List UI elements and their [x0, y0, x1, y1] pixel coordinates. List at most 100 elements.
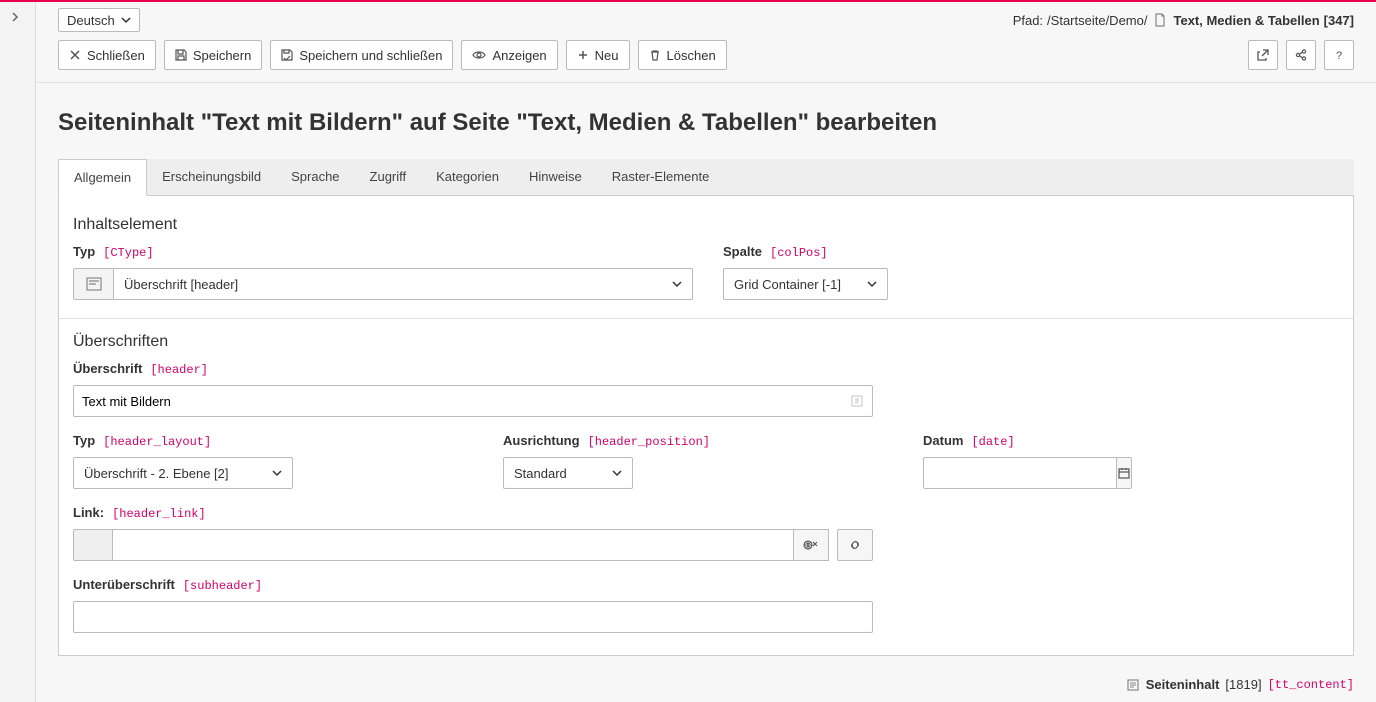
- subheader-input-wrap: [73, 601, 873, 633]
- view-button-label: Anzeigen: [492, 48, 546, 63]
- save-close-button[interactable]: Speichern und schließen: [270, 40, 453, 70]
- content-record-icon: [1126, 678, 1140, 692]
- header-input-wrap: [73, 385, 873, 417]
- field-key-header-layout: [header_layout]: [103, 435, 211, 449]
- breadcrumb-page-title: Text, Medien & Tabellen: [1173, 13, 1319, 28]
- svg-text:?: ?: [1336, 50, 1342, 62]
- field-label-subheader: Unterüberschrift: [73, 577, 175, 592]
- breadcrumb-prefix: Pfad:: [1013, 13, 1043, 28]
- subheader-input[interactable]: [82, 602, 864, 632]
- save-button-label: Speichern: [193, 48, 252, 63]
- colpos-select[interactable]: Grid Container [-1]: [723, 268, 888, 300]
- language-select-value: Deutsch: [67, 13, 115, 28]
- view-button[interactable]: Anzeigen: [461, 40, 557, 70]
- record-footer: Seiteninhalt [1819] [tt_content]: [36, 667, 1376, 702]
- save-close-icon: [281, 49, 293, 61]
- link-wizard-button[interactable]: [837, 529, 873, 561]
- field-label-header-layout: Typ: [73, 433, 95, 448]
- field-label-header: Überschrift: [73, 361, 142, 376]
- colpos-select-value: Grid Container [-1]: [734, 277, 841, 292]
- link-icon: [848, 538, 862, 552]
- tab-grid[interactable]: Raster-Elemente: [597, 159, 725, 195]
- tab-bar: Allgemein Erscheinungsbild Sprache Zugri…: [58, 159, 1354, 196]
- close-icon: [69, 49, 81, 61]
- field-key-colpos: [colPos]: [770, 246, 828, 260]
- breadcrumb: Pfad: /Startseite/Demo/ Text, Medien & T…: [1013, 13, 1354, 28]
- tab-language[interactable]: Sprache: [276, 159, 354, 195]
- header-input[interactable]: [82, 386, 850, 416]
- chevron-right-icon[interactable]: [10, 12, 26, 28]
- field-label-header-position: Ausrichtung: [503, 433, 580, 448]
- tab-general[interactable]: Allgemein: [58, 159, 147, 196]
- footer-label: Seiteninhalt: [1146, 677, 1220, 692]
- ctype-select[interactable]: Überschrift [header]: [113, 268, 693, 300]
- top-bar: Deutsch Pfad: /Startseite/Demo/ Text, Me…: [36, 2, 1376, 36]
- footer-uid: [1819]: [1225, 677, 1261, 692]
- field-label-type: Typ: [73, 244, 95, 259]
- chevron-down-icon: [121, 15, 131, 25]
- page-title: Seiteninhalt "Text mit Bildern" auf Seit…: [58, 109, 1354, 137]
- header-layout-select[interactable]: Überschrift - 2. Ebene [2]: [73, 457, 293, 489]
- chevron-down-icon: [672, 279, 682, 289]
- new-button-label: Neu: [595, 48, 619, 63]
- section-content-element: Inhaltselement: [73, 216, 1339, 234]
- field-key-subheader: [subheader]: [183, 579, 262, 593]
- link-globe-button[interactable]: [793, 529, 829, 561]
- globe-toggle-icon: [803, 538, 819, 552]
- help-button[interactable]: ?: [1324, 40, 1354, 70]
- chevron-down-icon: [272, 468, 282, 478]
- field-label-date: Datum: [923, 433, 963, 448]
- save-icon: [175, 49, 187, 61]
- date-picker-button[interactable]: [1116, 457, 1132, 489]
- tab-notes[interactable]: Hinweise: [514, 159, 597, 195]
- header-layout-select-value: Überschrift - 2. Ebene [2]: [84, 466, 229, 481]
- close-button-label: Schließen: [87, 48, 145, 63]
- section-headers: Überschriften: [73, 333, 1339, 351]
- field-key-date: [date]: [971, 435, 1014, 449]
- tab-categories[interactable]: Kategorien: [421, 159, 514, 195]
- field-label-link: Link:: [73, 505, 104, 520]
- link-input[interactable]: [121, 530, 785, 560]
- chevron-down-icon: [612, 468, 622, 478]
- page-icon: [1153, 13, 1167, 27]
- text-helper-icon[interactable]: [850, 394, 864, 408]
- tab-appearance[interactable]: Erscheinungsbild: [147, 159, 276, 195]
- close-button[interactable]: Schließen: [58, 40, 156, 70]
- field-key-header-position: [header_position]: [588, 435, 710, 449]
- ctype-select-value: Überschrift [header]: [124, 277, 238, 292]
- plus-icon: [577, 49, 589, 61]
- link-prefix-box: [73, 529, 113, 561]
- save-close-button-label: Speichern und schließen: [299, 48, 442, 63]
- field-key-ctype: [CType]: [103, 246, 153, 260]
- ctype-icon-box: [73, 268, 113, 300]
- open-external-button[interactable]: [1248, 40, 1278, 70]
- header-position-select-value: Standard: [514, 466, 567, 481]
- link-input-wrap: [113, 529, 793, 561]
- share-icon: [1294, 48, 1308, 62]
- chevron-down-icon: [867, 279, 877, 289]
- new-button[interactable]: Neu: [566, 40, 630, 70]
- breadcrumb-page-id: [347]: [1324, 13, 1354, 28]
- calendar-icon: [1117, 466, 1131, 480]
- breadcrumb-segments: /Startseite/Demo/: [1047, 13, 1147, 28]
- tab-access[interactable]: Zugriff: [355, 159, 422, 195]
- form-panel: Inhaltselement Typ [CType]: [58, 196, 1354, 656]
- help-icon: ?: [1332, 48, 1346, 62]
- left-rail: [0, 2, 36, 702]
- footer-table: [tt_content]: [1268, 678, 1354, 692]
- share-button[interactable]: [1286, 40, 1316, 70]
- header-position-select[interactable]: Standard: [503, 457, 633, 489]
- date-input-wrap: [923, 457, 1116, 489]
- header-content-icon: [86, 277, 102, 291]
- open-external-icon: [1256, 48, 1270, 62]
- field-key-link: [header_link]: [112, 507, 206, 521]
- save-button[interactable]: Speichern: [164, 40, 263, 70]
- field-label-column: Spalte: [723, 244, 762, 259]
- delete-button-label: Löschen: [667, 48, 716, 63]
- eye-icon: [472, 49, 486, 61]
- date-input[interactable]: [932, 458, 1108, 488]
- trash-icon: [649, 49, 661, 61]
- delete-button[interactable]: Löschen: [638, 40, 727, 70]
- language-select[interactable]: Deutsch: [58, 8, 140, 32]
- field-key-header: [header]: [150, 363, 208, 377]
